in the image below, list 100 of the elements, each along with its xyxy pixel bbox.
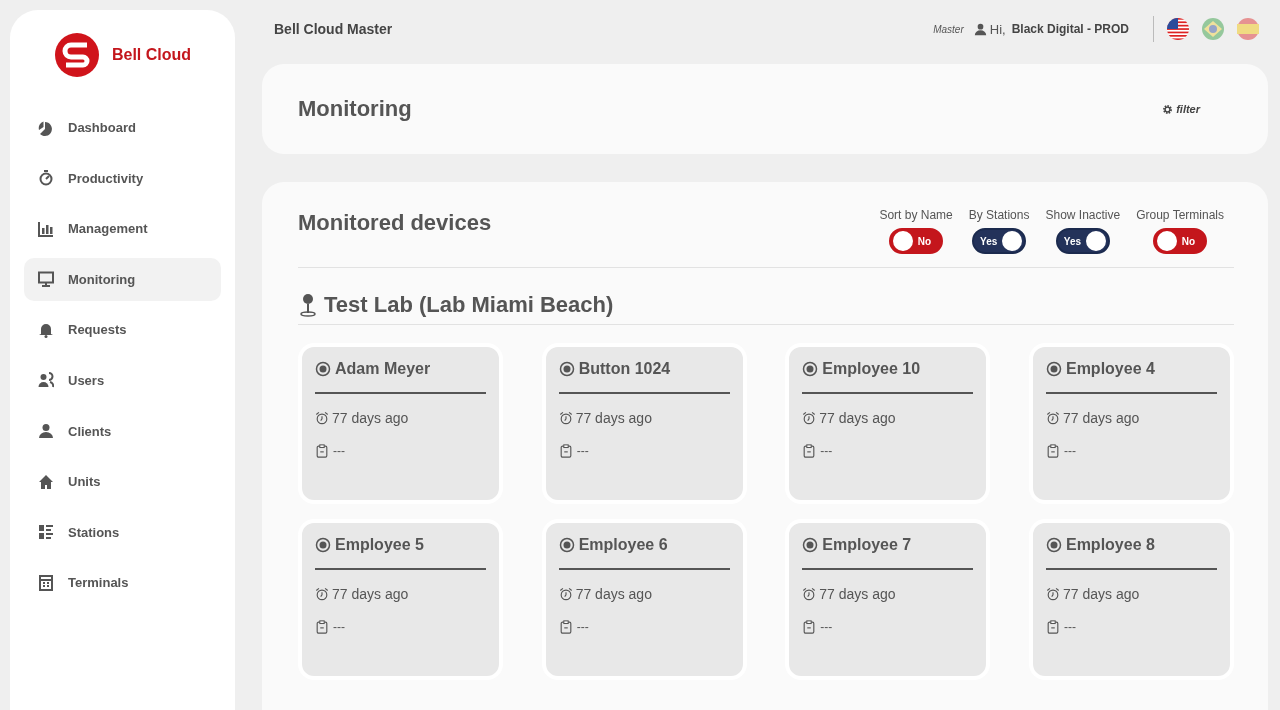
sidebar-item[interactable]: Productivity (24, 156, 221, 200)
sidebar-item[interactable]: Management (24, 207, 221, 251)
device-card[interactable]: Employee 8 77 days ago --- (1028, 519, 1234, 680)
users-icon (38, 372, 54, 389)
sidebar-item[interactable]: Dashboard (24, 106, 221, 149)
radio-icon (1045, 537, 1062, 553)
alarm-clock-icon (802, 411, 817, 425)
clipboard-icon (1045, 444, 1060, 458)
alarm-clock-icon (558, 411, 573, 425)
app-title: Bell Cloud Master (274, 21, 394, 37)
device-note: --- (820, 620, 833, 634)
alarm-clock-icon (1045, 411, 1060, 425)
home-icon (38, 473, 54, 490)
device-note: --- (576, 444, 589, 458)
account-name: Black Digital - PROD (1011, 22, 1129, 36)
monitor-icon (38, 271, 54, 288)
device-name: Employee 4 (1065, 360, 1155, 378)
panel-title: Monitored devices (298, 210, 492, 237)
last-seen: 77 days ago (819, 410, 896, 426)
device-card[interactable]: Employee 4 77 days ago --- (1028, 343, 1234, 504)
alarm-clock-icon (315, 411, 329, 425)
device-card[interactable]: Button 1024 77 days ago --- (541, 343, 747, 504)
device-note: --- (333, 444, 345, 458)
pie-chart-icon (38, 119, 54, 136)
device-note: --- (1063, 620, 1076, 634)
clipboard-icon (802, 444, 817, 458)
device-note: --- (576, 620, 589, 634)
clipboard-icon (802, 620, 817, 634)
device-card[interactable]: Employee 7 77 days ago --- (785, 519, 991, 680)
bell-icon (38, 321, 54, 338)
radio-icon (558, 361, 575, 377)
us-flag-icon[interactable] (1166, 17, 1190, 41)
sidebar-item[interactable]: Requests (24, 308, 221, 352)
clipboard-icon (315, 444, 329, 458)
radio-icon (315, 361, 331, 377)
device-note: --- (1063, 444, 1076, 458)
clipboard-icon (558, 444, 573, 458)
sidebar-item[interactable]: Stations (24, 510, 221, 554)
radio-icon (802, 361, 819, 377)
last-seen: 77 days ago (332, 410, 409, 426)
alarm-clock-icon (1045, 587, 1060, 601)
sidebar-item[interactable]: Units (24, 460, 221, 504)
last-seen: 77 days ago (819, 586, 896, 602)
toggle-label: Group Terminals (1136, 208, 1224, 222)
device-card[interactable]: Employee 5 77 days ago --- (298, 519, 503, 680)
alarm-clock-icon (802, 587, 817, 601)
device-name: Button 1024 (578, 360, 671, 378)
list-icon (38, 524, 54, 541)
device-name: Employee 7 (822, 536, 912, 554)
sidebar-item[interactable]: Users (24, 358, 221, 402)
device-name: Employee 5 (335, 536, 424, 554)
greeting: Hi, (989, 21, 1006, 37)
device-name: Employee 6 (578, 536, 668, 554)
radio-icon (802, 537, 819, 553)
alarm-clock-icon (315, 587, 329, 601)
sidebar-item[interactable]: Terminals (24, 561, 221, 605)
device-card[interactable]: Employee 10 77 days ago --- (785, 343, 991, 504)
device-name: Employee 10 (822, 360, 921, 378)
toggle-switch[interactable]: No (1153, 228, 1208, 254)
device-card[interactable]: Adam Meyer 77 days ago --- (298, 343, 503, 504)
last-seen: 77 days ago (575, 586, 652, 602)
toggle-label: By Stations (968, 208, 1030, 222)
device-name: Employee 8 (1065, 536, 1155, 554)
brand-name: Bell Cloud (111, 46, 192, 64)
last-seen: 77 days ago (1062, 410, 1140, 426)
toggle-switch[interactable]: Yes (1055, 228, 1110, 254)
settings-icon (1162, 103, 1174, 115)
alarm-clock-icon (558, 587, 573, 601)
page-title: Monitoring (298, 96, 413, 122)
device-note: --- (333, 620, 345, 634)
device-note: --- (820, 444, 833, 458)
sidebar-item[interactable]: Clients (24, 409, 221, 453)
spain-flag-icon[interactable] (1236, 17, 1260, 41)
last-seen: 77 days ago (575, 410, 652, 426)
pin-icon (300, 293, 316, 317)
sidebar-item[interactable]: Monitoring (24, 257, 221, 301)
radio-icon (315, 537, 331, 553)
radio-icon (1045, 361, 1062, 377)
device-name: Adam Meyer (335, 360, 431, 378)
toggle-switch[interactable]: Yes (972, 228, 1027, 254)
last-seen: 77 days ago (332, 586, 409, 602)
bar-chart-icon (38, 220, 54, 237)
user-icon (38, 423, 54, 440)
filter-button[interactable]: filter (1162, 103, 1200, 115)
brand-logo-icon (53, 32, 100, 78)
user-role: Master (933, 23, 964, 35)
last-seen: 77 days ago (1062, 586, 1140, 602)
calculator-icon (38, 574, 54, 591)
user-icon (973, 22, 987, 36)
radio-icon (558, 537, 575, 553)
toggle-label: Sort by Name (879, 208, 953, 222)
clipboard-icon (1045, 620, 1060, 634)
clipboard-icon (558, 620, 573, 634)
toggle-label: Show Inactive (1045, 208, 1121, 222)
device-card[interactable]: Employee 6 77 days ago --- (541, 519, 747, 680)
clipboard-icon (315, 620, 329, 634)
location-title: Test Lab (Lab Miami Beach) (324, 292, 614, 318)
stopwatch-icon (38, 170, 54, 187)
brazil-flag-icon[interactable] (1201, 17, 1225, 41)
toggle-switch[interactable]: No (889, 228, 944, 254)
